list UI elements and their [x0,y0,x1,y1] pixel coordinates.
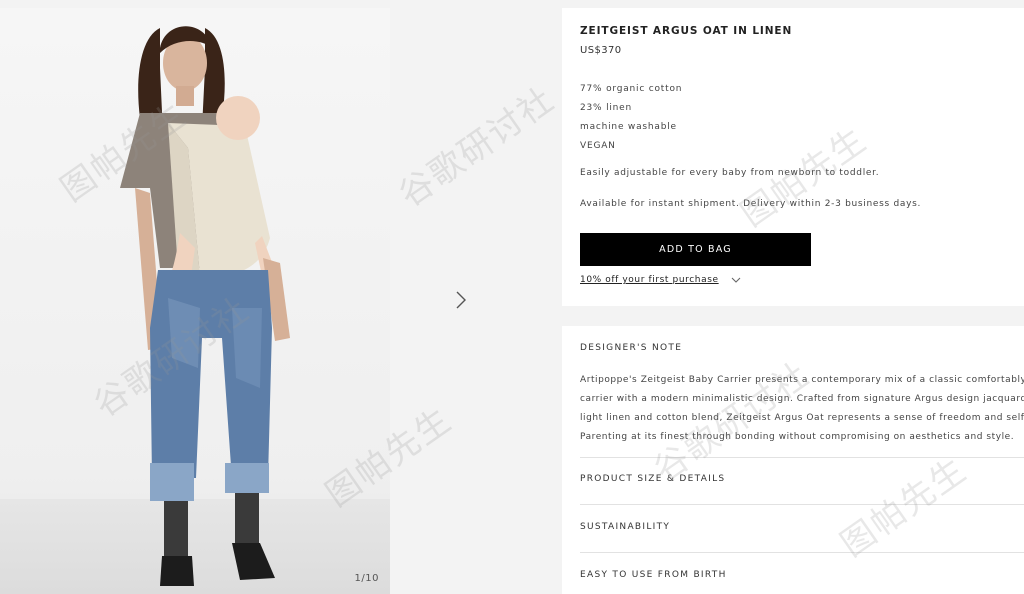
spec-item: machine washable [580,122,677,132]
spec-item: 77% organic cotton [580,84,683,94]
product-description: Easily adjustable for every baby from ne… [580,168,880,178]
accordion-label: SUSTAINABILITY [580,522,671,532]
spec-item: 23% linen [580,103,633,113]
designer-note-body: Artipoppe's Zeitgeist Baby Carrier prese… [580,374,1024,450]
chevron-down-icon [731,277,741,283]
model-illustration [120,26,290,586]
product-specs: 77% organic cotton 23% linen machine was… [580,83,682,159]
accordion-size-details[interactable]: PRODUCT SIZE & DETAILS [562,460,1024,500]
product-price: US$370 [580,45,622,56]
note-line: Artipoppe's Zeitgeist Baby Carrier prese… [580,375,1024,385]
availability-text: Available for instant shipment. Delivery… [580,199,922,209]
accordion-label: EASY TO USE FROM BIRTH [580,570,727,580]
product-photo[interactable]: 1/10 [0,8,390,594]
product-info-card: ZEITGEIST ARGUS OAT IN LINEN US$370 77% … [562,8,1024,306]
add-to-bag-button[interactable]: ADD TO BAG [580,233,811,266]
image-counter: 1/10 [354,573,379,584]
note-line: Parenting at its finest through bonding … [580,432,1015,442]
accordion-easy-to-use[interactable]: EASY TO USE FROM BIRTH [562,556,1024,594]
accordion-label: PRODUCT SIZE & DETAILS [580,474,726,484]
divider [580,552,1024,553]
chevron-right-icon [456,291,466,309]
divider [580,457,1024,458]
next-image-button[interactable] [448,286,474,314]
product-title: ZEITGEIST ARGUS OAT IN LINEN [580,25,793,37]
divider [580,504,1024,505]
product-details-card: DESIGNER'S NOTE Artipoppe's Zeitgeist Ba… [562,326,1024,594]
note-line: carrier with a modern minimalistic desig… [580,394,1024,404]
spec-item: VEGAN [580,141,616,151]
accordion-sustainability[interactable]: SUSTAINABILITY [562,508,1024,548]
note-line: light linen and cotton blend, Zeitgeist … [580,413,1024,423]
promo-toggle[interactable]: 10% off your first purchase [580,275,741,285]
designer-note-heading[interactable]: DESIGNER'S NOTE [580,343,682,353]
watermark: 谷歌研讨社 [391,79,563,216]
promo-link[interactable]: 10% off your first purchase [580,275,719,285]
